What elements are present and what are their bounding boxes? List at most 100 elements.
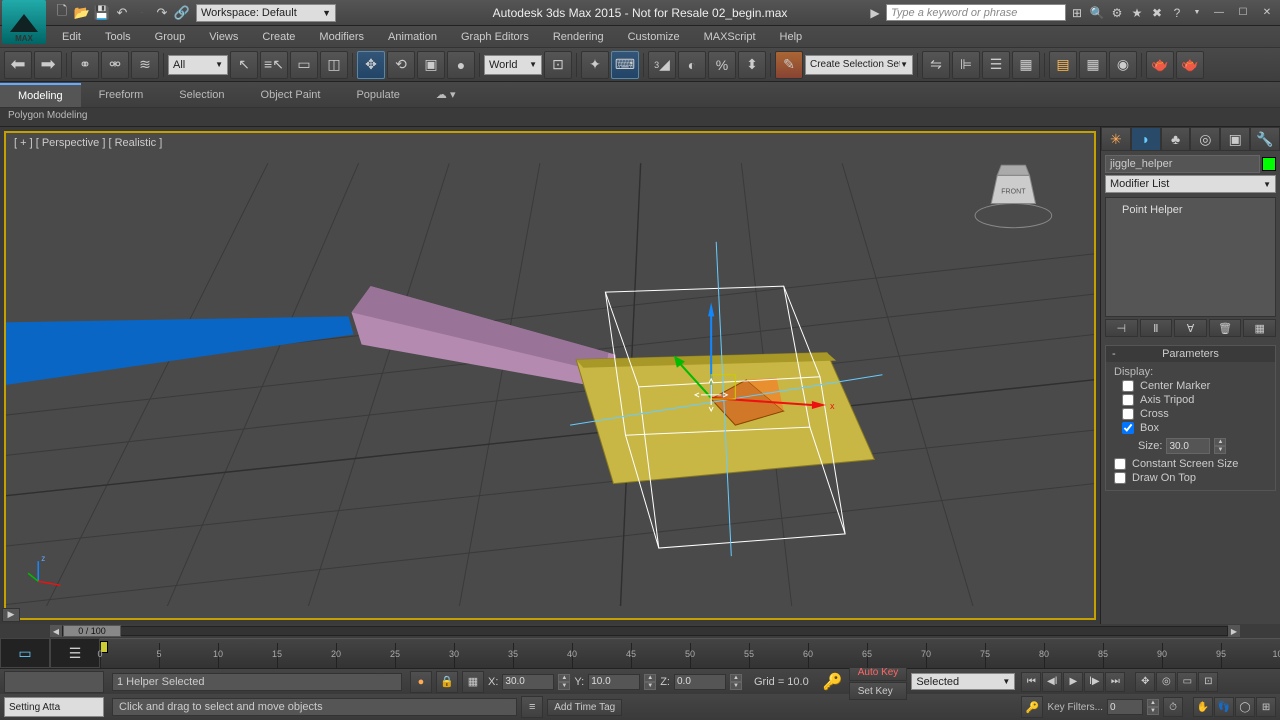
object-name-input[interactable]: jiggle_helper [1105, 155, 1260, 173]
community-icon[interactable]: ✖ [1148, 4, 1166, 22]
time-next-icon[interactable]: ▶ [1228, 625, 1240, 637]
time-config-button[interactable]: ⏱ [1163, 697, 1183, 717]
time-slider-handle[interactable]: 0 / 100 [63, 625, 121, 637]
scale-button[interactable]: ▣ [417, 51, 445, 79]
viewport-perspective[interactable]: [ + ] [ Perspective ] [ Realistic ] [4, 131, 1096, 620]
save-icon[interactable]: 💾 [92, 3, 112, 23]
motion-tab-icon[interactable]: ◎ [1190, 127, 1220, 151]
nav-pan-button[interactable]: ✋ [1193, 697, 1213, 717]
ribbon-tab-modeling[interactable]: Modeling [0, 83, 81, 107]
rollup-header[interactable]: Parameters [1106, 346, 1275, 362]
comm-center-icon[interactable]: ≡ [521, 696, 543, 718]
goto-end-button[interactable]: ⏭ [1105, 672, 1125, 692]
menu-rendering[interactable]: Rendering [541, 28, 616, 46]
menu-modifiers[interactable]: Modifiers [307, 28, 376, 46]
hierarchy-tab-icon[interactable]: ♣ [1161, 127, 1191, 151]
material-editor-button[interactable]: ◉ [1109, 51, 1137, 79]
app-logo[interactable]: MAX [2, 0, 46, 44]
remove-modifier-button[interactable]: 🗑 [1209, 319, 1242, 337]
next-frame-button[interactable]: Ⅰ▶ [1084, 672, 1104, 692]
pin-stack-button[interactable]: ⊣ [1105, 319, 1138, 337]
viewport-label[interactable]: [ + ] [ Perspective ] [ Realistic ] [14, 137, 162, 149]
link-button[interactable]: ⚭ [71, 51, 99, 79]
constant-screen-checkbox[interactable]: Constant Screen Size [1114, 458, 1267, 470]
modifier-list-combo[interactable]: Modifier List ▼ [1105, 175, 1276, 193]
bind-spacewarp-button[interactable]: ≋ [131, 51, 159, 79]
menu-animation[interactable]: Animation [376, 28, 449, 46]
menu-grapheditors[interactable]: Graph Editors [449, 28, 541, 46]
redo-button[interactable]: ➡ [34, 51, 62, 79]
nav-orbit-button[interactable]: ◯ [1235, 697, 1255, 717]
nav-zoom-button[interactable]: ✥ [1135, 672, 1155, 692]
set-key-button[interactable]: Set Key [849, 682, 908, 700]
menu-maxscript[interactable]: MAXScript [692, 28, 768, 46]
schematic-button[interactable]: ▦ [1079, 51, 1107, 79]
isolate-icon[interactable]: ▦ [462, 671, 484, 693]
move-button[interactable]: ✥ [357, 51, 385, 79]
render-frame-button[interactable]: 🫖 [1176, 51, 1204, 79]
display-tab-icon[interactable]: ▣ [1220, 127, 1250, 151]
trackbar-open-button[interactable]: ☰ [50, 638, 100, 668]
select-object-button[interactable]: ↖ [230, 51, 258, 79]
pivot-button[interactable]: ⊡ [544, 51, 572, 79]
prev-frame-button[interactable]: ◀Ⅰ [1042, 672, 1062, 692]
trackbar-ruler[interactable]: 0510152025303540455055606570758085909510… [100, 638, 1280, 668]
axis-tripod-checkbox[interactable]: Axis Tripod [1122, 394, 1267, 406]
ribbon-tab-populate[interactable]: Populate [338, 84, 417, 106]
size-spinner[interactable]: ▲▼ [1214, 438, 1226, 454]
maximize-button[interactable]: ☐ [1232, 5, 1254, 21]
menu-edit[interactable]: Edit [50, 28, 93, 46]
viewport-expand-icon[interactable]: ▶ [2, 608, 20, 622]
configure-sets-button[interactable]: ▦ [1243, 319, 1276, 337]
frame-spinner[interactable]: ▲▼ [1147, 699, 1159, 715]
menu-create[interactable]: Create [250, 28, 307, 46]
z-input[interactable] [674, 674, 726, 690]
workspace-combo[interactable]: Workspace: Default ▼ [196, 4, 336, 22]
play-button[interactable]: ▶ [1063, 672, 1083, 692]
time-prev-icon[interactable]: ◀ [50, 625, 62, 637]
named-selection-combo[interactable]: Create Selection Set▼ [805, 55, 913, 75]
select-name-button[interactable]: ≡↖ [260, 51, 288, 79]
manipulate-button[interactable]: ✦ [581, 51, 609, 79]
unlink-button[interactable]: ⚮ [101, 51, 129, 79]
cross-checkbox[interactable]: Cross [1122, 408, 1267, 420]
create-tab-icon[interactable]: ✳ [1101, 127, 1131, 151]
menu-group[interactable]: Group [143, 28, 198, 46]
trackbar-mini-curve-button[interactable]: ▭ [0, 638, 50, 668]
lock-icon[interactable]: 🔒 [436, 671, 458, 693]
close-button[interactable]: ✕ [1256, 5, 1278, 21]
nav-zoomext-button[interactable]: ⊡ [1198, 672, 1218, 692]
percent-snap-button[interactable]: % [708, 51, 736, 79]
stack-entry[interactable]: Point Helper [1110, 202, 1271, 218]
ribbon-overflow-icon[interactable]: ☁ ▾ [418, 83, 474, 106]
object-color-swatch[interactable] [1262, 157, 1276, 171]
nav-walk-button[interactable]: 👣 [1214, 697, 1234, 717]
undo-button[interactable]: ⬅ [4, 51, 32, 79]
mirror-button[interactable]: ⇋ [922, 51, 950, 79]
ribbon-tab-selection[interactable]: Selection [161, 84, 242, 106]
center-marker-checkbox[interactable]: Center Marker [1122, 380, 1267, 392]
search-icon[interactable]: ▶ [866, 4, 884, 22]
menu-views[interactable]: Views [197, 28, 250, 46]
ribbon-toggle-button[interactable]: ▦ [1012, 51, 1040, 79]
help-icon[interactable]: ? [1168, 4, 1186, 22]
selection-filter-combo[interactable]: All▼ [168, 55, 228, 75]
signin-icon[interactable]: 🔍 [1088, 4, 1106, 22]
menu-tools[interactable]: Tools [93, 28, 143, 46]
rotate-button[interactable]: ⟲ [387, 51, 415, 79]
nav-maxtoggle-button[interactable]: ⊞ [1256, 697, 1276, 717]
menu-customize[interactable]: Customize [616, 28, 692, 46]
add-time-tag-button[interactable]: Add Time Tag [547, 699, 622, 716]
angle-snap-button[interactable]: ◐ [678, 51, 706, 79]
menu-help[interactable]: Help [768, 28, 815, 46]
keyboard-shortcut-button[interactable]: ⌨ [611, 51, 639, 79]
modifier-stack[interactable]: Point Helper [1105, 197, 1276, 317]
ribbon-tab-objectpaint[interactable]: Object Paint [243, 84, 339, 106]
minimize-button[interactable]: — [1208, 5, 1230, 21]
select-region-button[interactable]: ▭ [290, 51, 318, 79]
ribbon-tab-freeform[interactable]: Freeform [81, 84, 162, 106]
favorites-icon[interactable]: ★ [1128, 4, 1146, 22]
draw-on-top-checkbox[interactable]: Draw On Top [1114, 472, 1267, 484]
exchange-icon[interactable]: ⚙ [1108, 4, 1126, 22]
ribbon-panel-label[interactable]: Polygon Modeling [0, 108, 1280, 127]
